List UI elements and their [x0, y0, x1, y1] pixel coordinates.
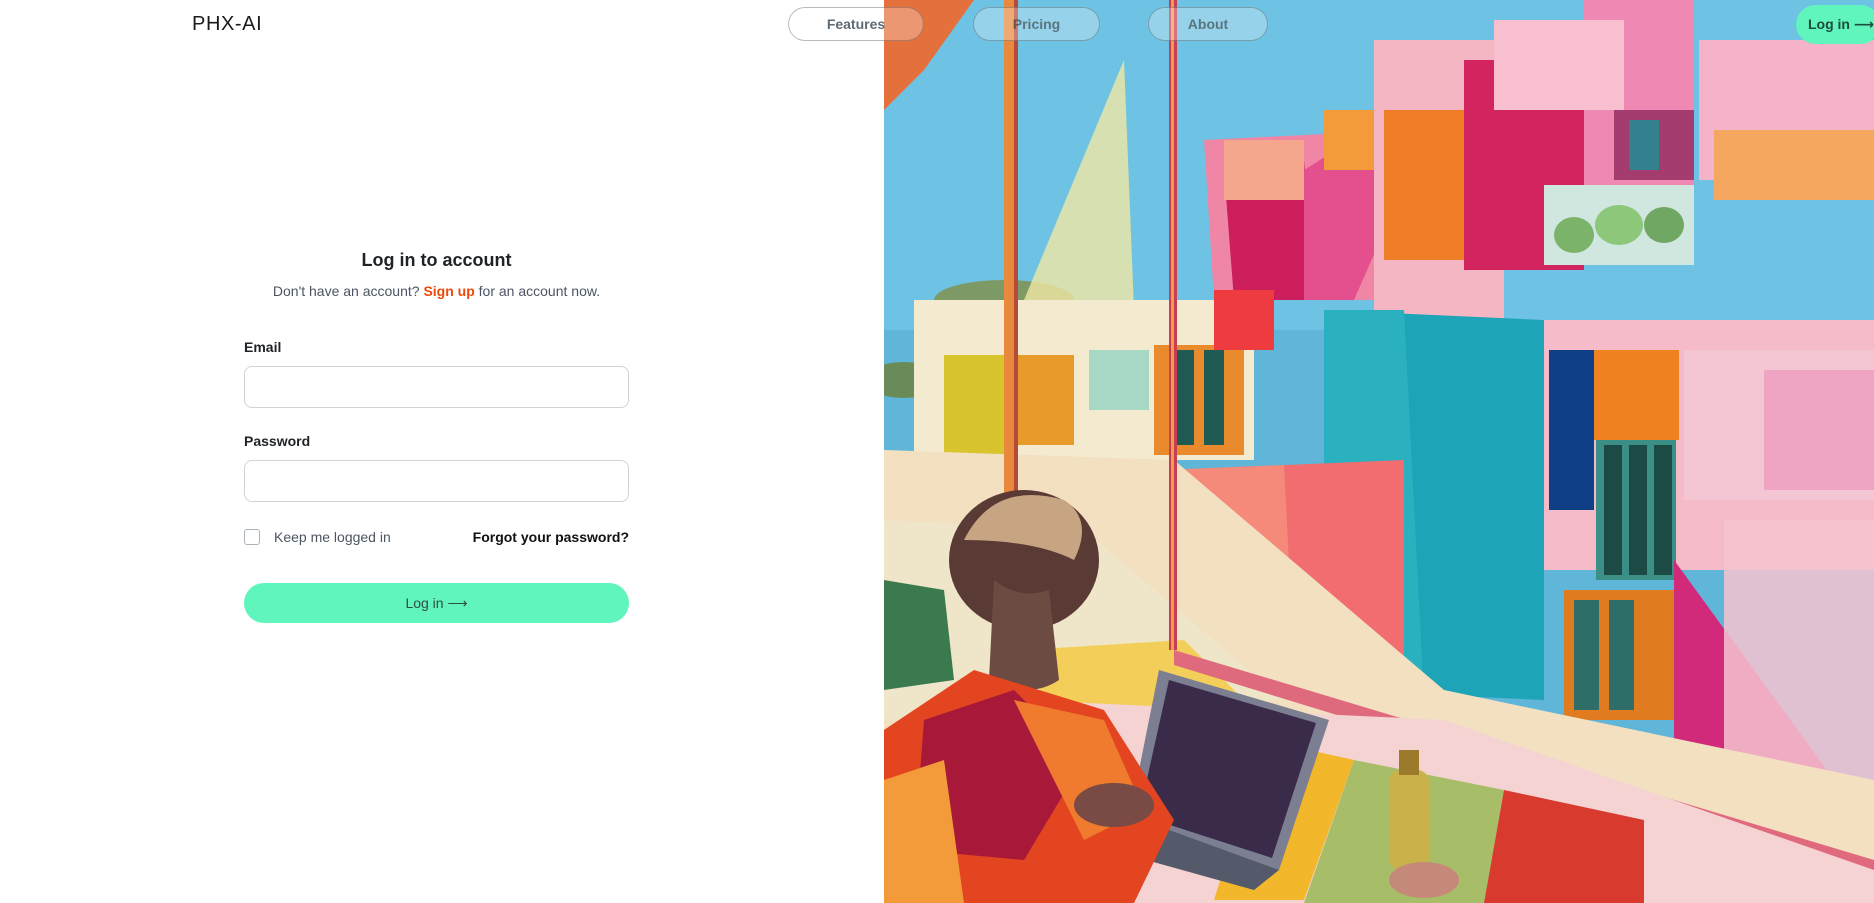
password-label: Password: [244, 433, 311, 449]
signup-link[interactable]: Sign up: [423, 283, 474, 299]
architecture-illustration-icon: [884, 0, 1874, 903]
remember-me[interactable]: Keep me logged in: [244, 529, 391, 545]
nav-about-link[interactable]: About: [1148, 7, 1268, 41]
login-submit-button[interactable]: Log in ⟶: [244, 583, 629, 623]
password-field[interactable]: [244, 460, 629, 502]
nav-features-link[interactable]: Features: [788, 7, 924, 41]
email-field[interactable]: [244, 366, 629, 408]
signup-prompt: Don't have an account? Sign up for an ac…: [244, 283, 629, 299]
signup-prompt-suffix: for an account now.: [478, 283, 601, 299]
hero-illustration: [884, 0, 1874, 903]
signup-prompt-prefix: Don't have an account?: [272, 283, 420, 299]
email-label: Email: [244, 339, 282, 355]
remember-forgot-row: Keep me logged in Forgot your password?: [244, 527, 629, 547]
forgot-password-link[interactable]: Forgot your password?: [473, 529, 629, 545]
remember-me-checkbox[interactable]: [244, 529, 260, 545]
page-title: Log in to account: [361, 250, 512, 270]
password-group: Password: [244, 433, 629, 502]
remember-me-label: Keep me logged in: [274, 529, 391, 545]
header-login-button[interactable]: Log in ⟶: [1796, 5, 1874, 44]
email-group: Email: [244, 339, 629, 408]
brand-logo[interactable]: PHX-AI: [192, 13, 262, 36]
nav-pricing-link[interactable]: Pricing: [973, 7, 1100, 41]
login-form: Log in to account Don't have an account?…: [244, 250, 629, 623]
